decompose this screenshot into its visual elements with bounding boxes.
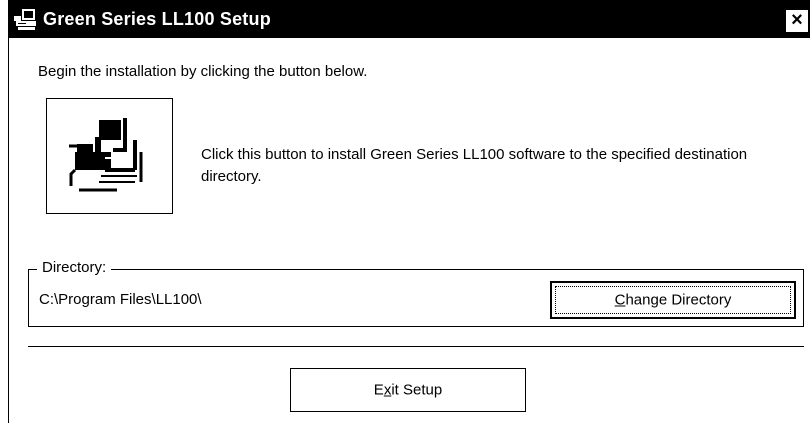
separator-line bbox=[28, 346, 804, 347]
window-title: Green Series LL100 Setup bbox=[43, 9, 271, 29]
change-directory-label: Change Directory bbox=[614, 291, 732, 309]
install-description: Click this button to install Green Serie… bbox=[201, 146, 748, 185]
directory-label: Directory: bbox=[37, 259, 112, 276]
setup-dialog: Green Series LL100 Setup × Begin the ins… bbox=[8, 0, 810, 423]
directory-group: Directory: C:\Program Files\LL100\ Chang… bbox=[28, 259, 804, 327]
close-button[interactable]: × bbox=[786, 10, 808, 32]
intro-text: Begin the installation by clicking the b… bbox=[38, 63, 368, 80]
exit-setup-button[interactable]: Exit Setup bbox=[290, 368, 526, 412]
title-bar[interactable]: Green Series LL100 Setup × bbox=[9, 1, 810, 38]
directory-path: C:\Program Files\LL100\ bbox=[39, 291, 202, 308]
close-icon: × bbox=[791, 9, 803, 31]
install-button[interactable] bbox=[46, 98, 173, 214]
setup-computer-icon bbox=[69, 118, 143, 192]
exit-setup-label: Exit Setup bbox=[373, 381, 443, 399]
change-directory-button[interactable]: Change Directory bbox=[550, 281, 796, 319]
setup-computer-icon bbox=[14, 9, 36, 30]
